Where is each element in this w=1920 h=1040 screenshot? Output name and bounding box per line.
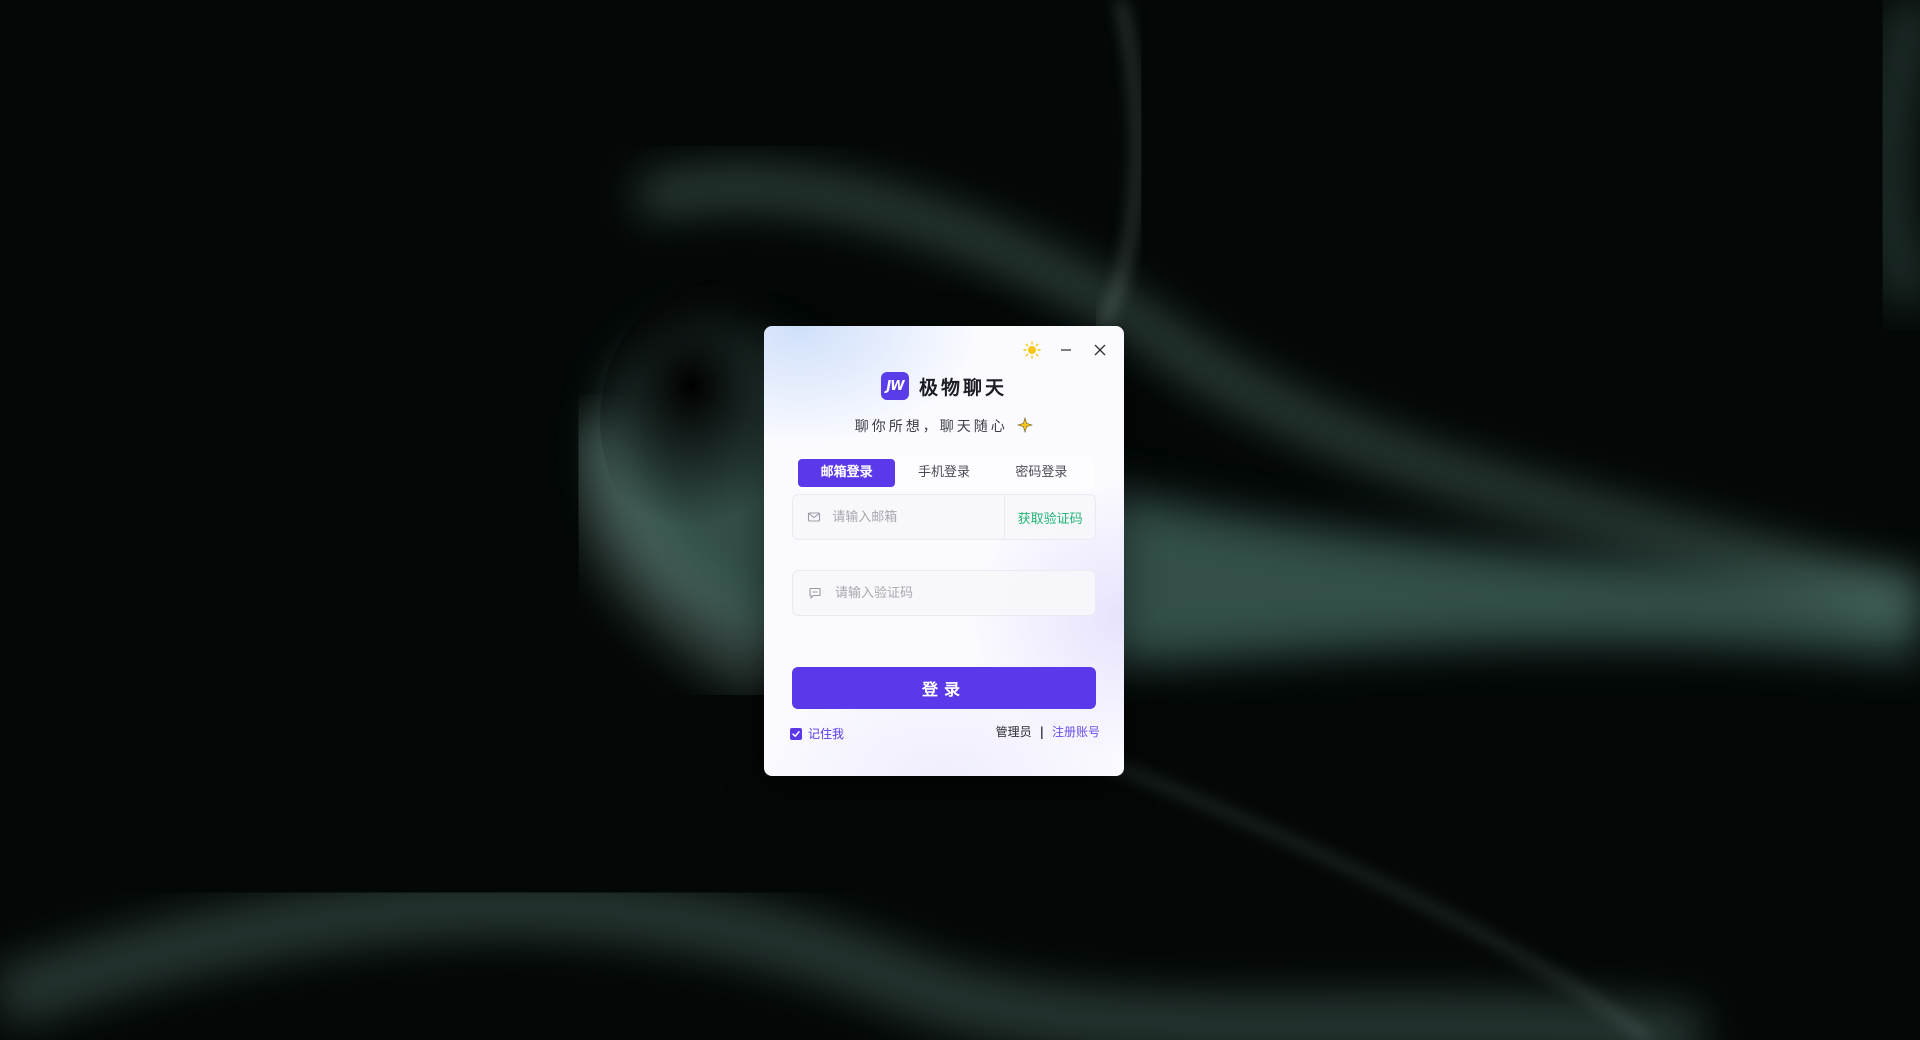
login-window: JW 极物聊天 聊你所想，聊天随心 邮箱登录 手机登录 密码登录 获取验证码 登… [764, 326, 1124, 776]
app-title: 极物聊天 [918, 376, 1007, 399]
email-input[interactable] [830, 494, 1005, 540]
code-field-wrapper [792, 570, 1096, 616]
brand: JW 极物聊天 [764, 372, 1124, 400]
verification-code-input[interactable] [833, 570, 1095, 616]
window-controls [1020, 338, 1112, 362]
checkmark-icon [790, 727, 802, 740]
slogan: 聊你所想，聊天随心 [854, 419, 1008, 435]
login-footer: 记住我 管理员 | 注册账号 [790, 723, 1100, 743]
email-field-wrapper: 获取验证码 [792, 494, 1096, 540]
tab-email-login[interactable]: 邮箱登录 [798, 459, 896, 487]
tab-phone-login[interactable]: 手机登录 [895, 459, 992, 487]
tab-password-login[interactable]: 密码登录 [993, 459, 1090, 487]
remember-me-checkbox[interactable]: 记住我 [790, 725, 844, 742]
sparkle-icon [1017, 416, 1034, 434]
remember-me-label: 记住我 [808, 727, 845, 741]
message-icon [797, 586, 833, 600]
get-code-button[interactable]: 获取验证码 [1004, 495, 1095, 539]
close-icon[interactable] [1088, 338, 1112, 362]
footer-links: 管理员 | 注册账号 [996, 723, 1100, 740]
login-button[interactable]: 登录 [792, 667, 1096, 709]
register-link[interactable]: 注册账号 [1052, 723, 1100, 740]
login-method-tabs: 邮箱登录 手机登录 密码登录 [794, 456, 1094, 490]
link-separator: | [1039, 724, 1044, 739]
minimize-icon[interactable] [1054, 338, 1078, 362]
slogan-row: 聊你所想，聊天随心 [764, 416, 1124, 436]
app-logo: JW [880, 372, 909, 400]
mail-icon [797, 510, 830, 524]
sun-icon[interactable] [1020, 338, 1044, 362]
admin-link[interactable]: 管理员 [996, 723, 1032, 740]
